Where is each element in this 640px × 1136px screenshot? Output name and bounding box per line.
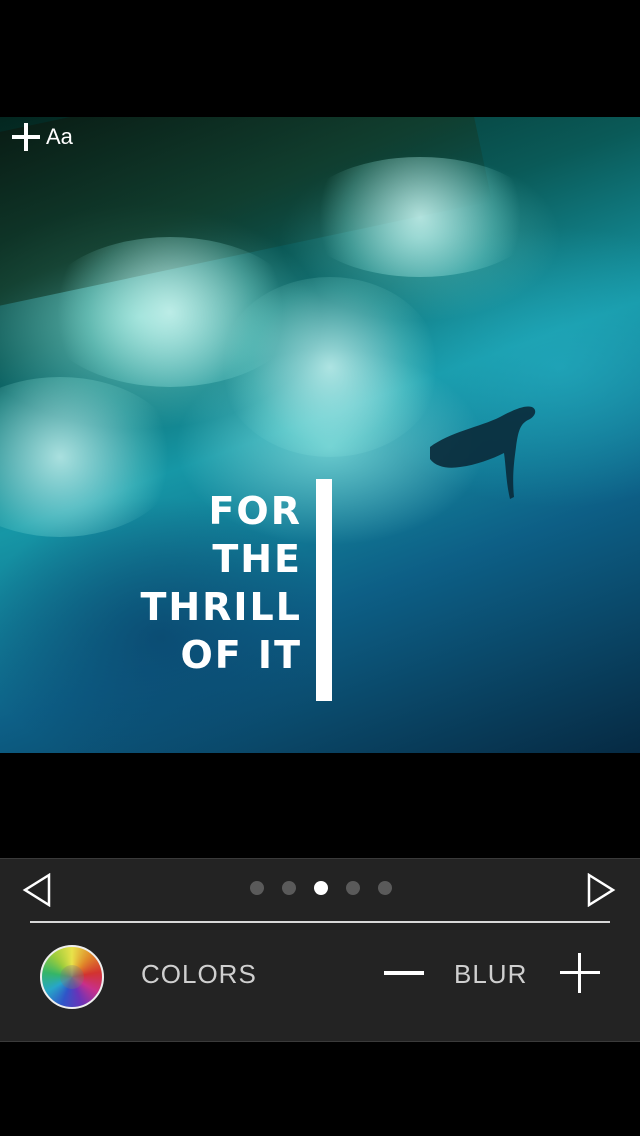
background-photo[interactable]: FOR THE THRILL OF IT [0, 117, 640, 753]
add-text-button[interactable]: Aa [12, 121, 73, 153]
page-indicator [250, 881, 392, 895]
controls-panel: COLORS BLUR [0, 858, 640, 1042]
quote-text-block[interactable]: FOR THE THRILL OF IT [0, 117, 640, 753]
plus-icon[interactable] [560, 953, 600, 993]
colors-label[interactable]: COLORS [141, 959, 257, 990]
blur-label: BLUR [454, 959, 528, 989]
minus-icon[interactable] [384, 971, 424, 975]
add-text-label: Aa [46, 124, 73, 149]
page-dot[interactable] [378, 881, 392, 895]
quote-line-3: THRILL [140, 585, 302, 629]
page-dot[interactable] [250, 881, 264, 895]
triangle-right-icon[interactable] [586, 873, 616, 907]
quote-line-4: OF IT [180, 633, 302, 677]
page-dot[interactable] [282, 881, 296, 895]
quote-accent-bar [316, 479, 332, 701]
color-wheel-icon[interactable] [40, 945, 104, 1009]
triangle-left-icon[interactable] [22, 873, 52, 907]
plus-icon [12, 123, 40, 151]
page-dot[interactable] [346, 881, 360, 895]
page-dot-active[interactable] [314, 881, 328, 895]
quote-line-2: THE [212, 537, 302, 581]
quote-line-1: FOR [208, 489, 302, 533]
divider [30, 921, 610, 923]
